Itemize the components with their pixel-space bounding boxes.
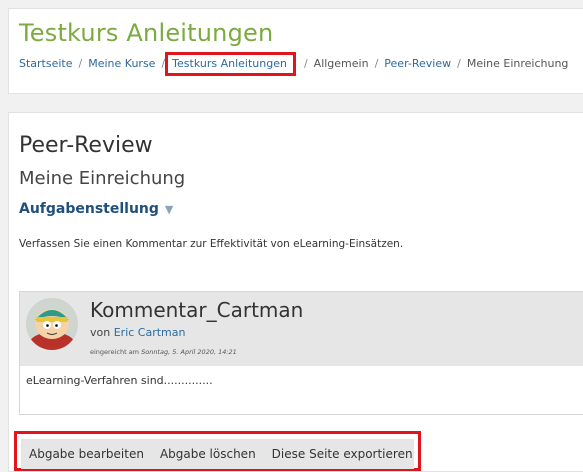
export-page-button[interactable]: Diese Seite exportieren [264, 447, 421, 461]
task-description: Verfassen Sie einen Kommentar zur Effekt… [19, 238, 404, 250]
breadcrumb: Startseite / Meine Kurse / Testkurs Anleitun… [19, 52, 569, 76]
submitted-date: Sonntag, 5. April 2020, 14:21 [141, 348, 237, 356]
breadcrumb-separator: / [374, 57, 379, 70]
breadcrumb-item-my-courses[interactable]: Meine Kurse [88, 57, 155, 70]
submission-author-line: von Eric Cartman [90, 326, 185, 339]
author-link[interactable]: Eric Cartman [114, 326, 186, 339]
submission-header: Kommentar_Cartman von Eric Cartman einge… [20, 292, 583, 366]
main-content: Peer-Review Meine Einreichung Aufgabenst… [8, 112, 583, 472]
submission-actions: Abgabe bearbeiten Abgabe löschen Diese S… [21, 439, 414, 469]
submission-title: Kommentar_Cartman [90, 298, 304, 322]
task-heading: Aufgabenstellung [19, 201, 159, 217]
breadcrumb-highlight: Testkurs Anleitungen [165, 52, 296, 76]
page-header: Testkurs Anleitungen Startseite / Meine Ku… [8, 8, 583, 94]
submission-actions-highlight: Abgabe bearbeiten Abgabe löschen Diese S… [14, 431, 421, 471]
task-toggle[interactable]: Aufgabenstellung ▼ [19, 201, 173, 217]
course-title[interactable]: Testkurs Anleitungen [19, 19, 273, 47]
page-title: Meine Einreichung [19, 168, 186, 189]
breadcrumb-item-peer-review[interactable]: Peer-Review [384, 57, 451, 70]
submitted-prefix: eingereicht am [90, 348, 140, 356]
edit-submission-button[interactable]: Abgabe bearbeiten [21, 447, 152, 461]
delete-submission-button[interactable]: Abgabe löschen [152, 447, 264, 461]
breadcrumb-separator: / [457, 57, 461, 70]
activity-title: Peer-Review [19, 133, 153, 158]
breadcrumb-item-general[interactable]: Allgemein [314, 57, 369, 70]
submission-date-line: eingereicht am Sonntag, 5. April 2020, 1… [90, 348, 237, 356]
chevron-down-icon: ▼ [164, 203, 174, 216]
breadcrumb-item-current: Meine Einreichung [466, 57, 569, 70]
user-avatar-icon[interactable] [26, 298, 78, 350]
breadcrumb-item-home[interactable]: Startseite [19, 57, 73, 70]
author-prefix: von [90, 326, 111, 339]
breadcrumb-item-course[interactable]: Testkurs Anleitungen [172, 57, 287, 70]
breadcrumb-separator: / [78, 57, 83, 70]
submission-card: Kommentar_Cartman von Eric Cartman einge… [19, 291, 583, 415]
submission-body: eLearning-Verfahren sind.............. [26, 374, 213, 387]
breadcrumb-separator: / [303, 57, 308, 70]
